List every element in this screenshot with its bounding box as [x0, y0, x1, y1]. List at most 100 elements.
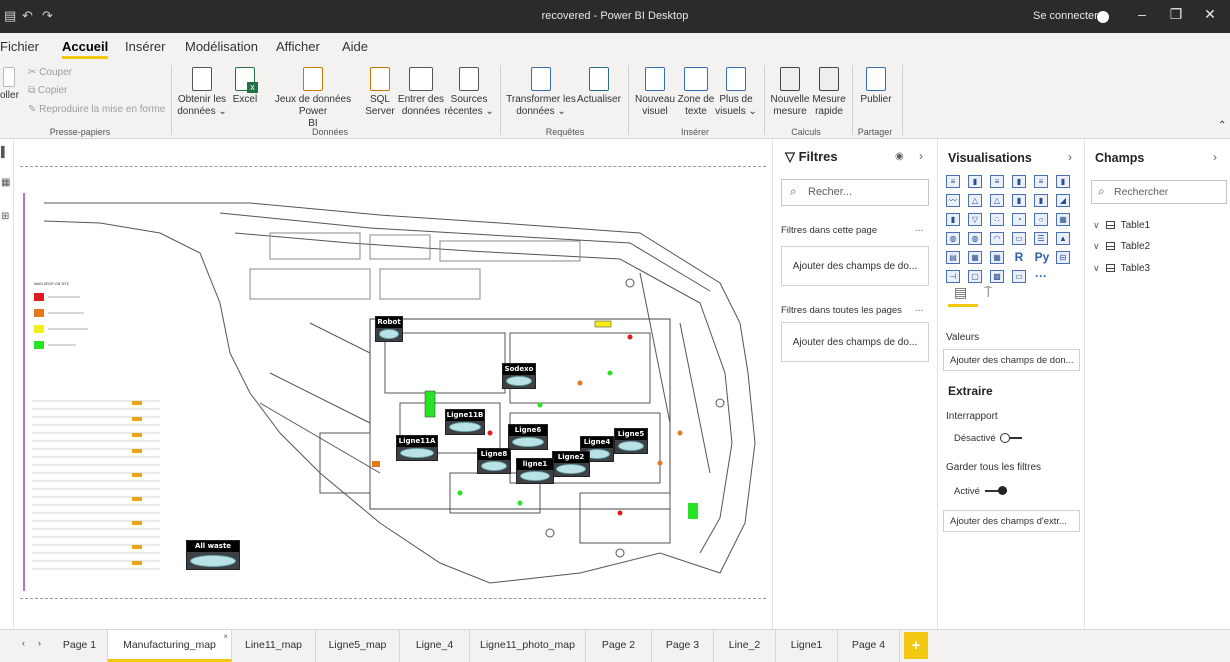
tab-view[interactable]: Afficher	[276, 39, 320, 54]
100-bar-icon[interactable]: ≡	[1034, 175, 1048, 188]
avatar[interactable]	[1097, 11, 1109, 23]
sensor-robot[interactable]: Robot	[375, 316, 403, 342]
new-visual-button[interactable]: Nouveau visuel	[632, 67, 678, 118]
next-page-icon[interactable]: ›	[38, 638, 41, 648]
filters-all-pages-dropzone[interactable]: Ajouter des champs de do...	[781, 322, 929, 362]
more-visuals-button[interactable]: Plus de visuels ⌄	[714, 67, 758, 118]
field-table-2[interactable]: ∨ Table2	[1093, 241, 1150, 252]
map-icon[interactable]: ◍	[946, 232, 960, 245]
quick-measure-button[interactable]: Mesure rapide	[810, 67, 848, 118]
qa-icon[interactable]: ▢	[968, 270, 982, 283]
fields-search-input[interactable]: ⌕ Rechercher	[1091, 180, 1227, 204]
sensor-ligne5[interactable]: Ligne5	[614, 428, 648, 454]
page-tab[interactable]: Page 2	[586, 630, 652, 662]
add-page-button[interactable]: +	[904, 632, 928, 659]
model-view-icon[interactable]: ⊞	[1, 211, 9, 222]
r-visual-icon[interactable]: R	[1012, 251, 1026, 264]
python-visual-icon[interactable]: Py	[1032, 251, 1052, 264]
data-view-icon[interactable]: ▦	[1, 177, 10, 188]
page-tab[interactable]: Line11_map	[232, 630, 316, 662]
key-influencers-icon[interactable]: ⊟	[1056, 251, 1070, 264]
multirow-card-icon[interactable]: ☰	[1034, 232, 1048, 245]
stacked-bar-icon[interactable]: ≡	[946, 175, 960, 188]
page-tab[interactable]: Ligne_4	[400, 630, 470, 662]
sensor-ligne11a[interactable]: Ligne11A	[396, 435, 438, 461]
recent-sources-button[interactable]: Sources récentes ⌄	[444, 67, 494, 118]
sensor-ligne8[interactable]: Ligne8	[477, 448, 511, 474]
restore-button[interactable]: ❐	[1166, 6, 1186, 23]
clustered-bar-icon[interactable]: ≡	[990, 175, 1004, 188]
sensor-ligne6[interactable]: Ligne6	[508, 424, 548, 450]
ribbon-chart-icon[interactable]: ◢	[1056, 194, 1070, 207]
drillthrough-dropzone[interactable]: Ajouter des champs d'extr...	[943, 510, 1080, 532]
clustered-column-icon[interactable]: ▮	[1012, 175, 1026, 188]
sql-server-button[interactable]: SQL Server	[364, 67, 396, 118]
tab-modeling[interactable]: Modélisation	[185, 39, 258, 54]
stacked-area-icon[interactable]: △	[990, 194, 1004, 207]
kpi-icon[interactable]: ▲	[1056, 232, 1070, 245]
powerbi-datasets-button[interactable]: Jeux de données Power BI	[260, 67, 366, 130]
refresh-button[interactable]: Actualiser	[574, 67, 624, 106]
paginated-icon[interactable]: ▭	[1012, 270, 1026, 283]
new-measure-button[interactable]: Nouvelle mesure	[768, 67, 812, 118]
sensor-ligne11b[interactable]: Ligne11B	[445, 409, 485, 435]
line-column-icon[interactable]: ▮	[1012, 194, 1026, 207]
matrix-icon[interactable]: ▦	[990, 251, 1004, 264]
filled-map-icon[interactable]: ◍	[968, 232, 982, 245]
sensor-ligne2[interactable]: Ligne2	[552, 451, 590, 477]
filters-this-page-dropzone[interactable]: Ajouter des champs de do...	[781, 246, 929, 286]
page-tab-active[interactable]: Manufacturing_map ×	[108, 630, 232, 662]
funnel-icon[interactable]: ▽	[968, 213, 982, 226]
more-options-icon[interactable]: ...	[915, 223, 923, 234]
collapse-ribbon-icon[interactable]: ⌃	[1218, 120, 1226, 131]
page-tab[interactable]: Line_2	[714, 630, 776, 662]
page-tab[interactable]: Page 3	[652, 630, 714, 662]
keep-filters-toggle[interactable]: Activé	[954, 486, 1007, 497]
field-table-3[interactable]: ∨ Table3	[1093, 263, 1150, 274]
sensor-sodexo[interactable]: Sodexo	[502, 363, 536, 389]
waterfall-icon[interactable]: ▮	[946, 213, 960, 226]
100-column-icon[interactable]: ▮	[1056, 175, 1070, 188]
fields-tab-icon[interactable]: ▤	[954, 284, 967, 301]
cross-report-toggle[interactable]: Désactivé	[954, 433, 1023, 444]
prev-page-icon[interactable]: ‹	[22, 638, 25, 648]
line-chart-icon[interactable]: 〰	[946, 194, 960, 207]
format-tab-icon[interactable]: ⍑	[984, 284, 992, 301]
chevron-right-icon[interactable]: ›	[1213, 150, 1217, 164]
publish-button[interactable]: Publier	[856, 67, 896, 106]
tab-help[interactable]: Aide	[342, 39, 368, 54]
page-tab[interactable]: Page 1	[52, 630, 108, 662]
gauge-icon[interactable]: ◠	[990, 232, 1004, 245]
line-stacked-column-icon[interactable]: ▮	[1034, 194, 1048, 207]
textbox-button[interactable]: Zone de texte	[676, 67, 716, 118]
tab-file[interactable]: Fichier	[0, 39, 39, 54]
page-tab[interactable]: Ligne1	[776, 630, 838, 662]
treemap-icon[interactable]: ▦	[1056, 213, 1070, 226]
decomposition-tree-icon[interactable]: ⊣	[946, 270, 960, 283]
get-data-button[interactable]: Obtenir les données ⌄	[176, 67, 228, 118]
enter-data-button[interactable]: Entrer des données	[396, 67, 446, 118]
page-tab[interactable]: Ligne5_map	[316, 630, 400, 662]
more-visuals-icon[interactable]: ···	[1034, 270, 1048, 283]
area-chart-icon[interactable]: △	[968, 194, 982, 207]
stacked-column-icon[interactable]: ▮	[968, 175, 982, 188]
minimize-button[interactable]: –	[1132, 6, 1152, 22]
sensor-ligne1[interactable]: ligne1	[516, 458, 554, 484]
page-tab[interactable]: Ligne11_photo_map	[470, 630, 586, 662]
card-icon[interactable]: ▭	[1012, 232, 1026, 245]
transform-data-button[interactable]: Transformer les données ⌄	[505, 67, 577, 118]
field-table-1[interactable]: ∨ Table1	[1093, 220, 1150, 231]
donut-icon[interactable]: ○	[1034, 213, 1048, 226]
report-canvas[interactable]: MAIN DROP-ON SITE Robot Sodexo Ligne11B …	[14, 139, 772, 629]
scatter-icon[interactable]: ∴	[990, 213, 1004, 226]
eye-icon[interactable]: ◉	[895, 151, 904, 162]
table-visual-icon[interactable]: ▦	[968, 251, 982, 264]
pie-chart-icon[interactable]: ◔	[1012, 213, 1026, 226]
chevron-right-icon[interactable]: ›	[919, 149, 923, 163]
image-visual-icon[interactable]: ▩	[990, 270, 1004, 283]
chevron-right-icon[interactable]: ›	[1068, 150, 1072, 164]
more-options-icon[interactable]: ...	[915, 303, 923, 314]
excel-button[interactable]: Excel	[230, 67, 260, 106]
slicer-icon[interactable]: ▤	[946, 251, 960, 264]
filters-search-input[interactable]: ⌕ Recher...	[781, 179, 929, 206]
